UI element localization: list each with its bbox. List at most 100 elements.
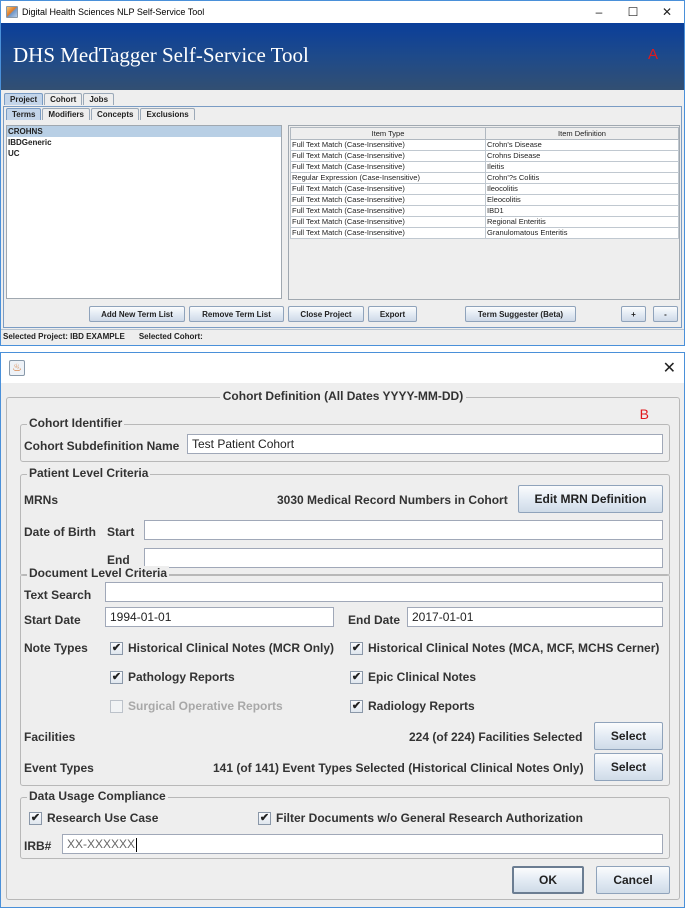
app-banner: DHS MedTagger Self-Service Tool A xyxy=(1,23,684,90)
list-item[interactable]: UC xyxy=(7,148,281,159)
list-item[interactable]: IBDGeneric xyxy=(7,137,281,148)
cell-item-type[interactable]: Full Text Match (Case-Insensitive) xyxy=(290,194,486,206)
cell-item-definition[interactable]: Crohn's Disease xyxy=(485,139,679,151)
table-row[interactable]: Full Text Match (Case-Insensitive) Eleoco… xyxy=(290,194,679,206)
tab-concepts[interactable]: Concepts xyxy=(90,108,140,120)
edit-mrn-definition-button[interactable]: Edit MRN Definition xyxy=(518,485,663,513)
cell-item-type[interactable]: Regular Expression (Case-Insensitive) xyxy=(290,172,486,184)
filter-documents-checkbox[interactable]: ✔ Filter Documents w/o General Research … xyxy=(258,811,583,825)
checkbox-check-icon[interactable]: ✔ xyxy=(350,699,363,713)
research-use-case-checkbox[interactable]: ✔ Research Use Case xyxy=(29,811,158,825)
java-app-icon: ♨ xyxy=(9,360,25,376)
table-row[interactable]: Full Text Match (Case-Insensitive) Ileiti… xyxy=(290,161,679,173)
note-type-epic-checkbox[interactable]: ✔ Epic Clinical Notes xyxy=(350,670,476,684)
cell-item-definition[interactable]: Ileitis xyxy=(485,161,679,173)
dob-end-input[interactable] xyxy=(144,548,663,568)
table-row[interactable]: Full Text Match (Case-Insensitive) IBD1 xyxy=(290,205,679,217)
facilities-label: Facilities xyxy=(24,730,76,744)
note-type-pathology-checkbox[interactable]: ✔ Pathology Reports xyxy=(110,670,235,684)
close-project-button[interactable]: Close Project xyxy=(288,306,364,322)
status-divider xyxy=(1,329,684,330)
table-row[interactable]: Regular Expression (Case-Insensitive) Cro… xyxy=(290,172,679,184)
status-bar: Selected Project: IBD EXAMPLE Selected C… xyxy=(1,332,203,341)
facilities-select-button[interactable]: Select xyxy=(594,722,663,750)
table-header: Item Type Item Definition xyxy=(290,127,679,140)
tab-modifiers[interactable]: Modifiers xyxy=(42,108,90,120)
term-list[interactable]: CROHNS IBDGeneric UC xyxy=(6,125,282,299)
cancel-button[interactable]: Cancel xyxy=(596,866,670,894)
table-row[interactable]: Full Text Match (Case-Insensitive) Granul… xyxy=(290,227,679,239)
note-type-historical-mcr-checkbox[interactable]: ✔ Historical Clinical Notes (MCR Only) xyxy=(110,641,334,655)
cell-item-definition[interactable]: Crohn'?s Colitis xyxy=(485,172,679,184)
cell-item-definition[interactable]: Crohns Disease xyxy=(485,150,679,162)
irb-input[interactable]: XX-XXXXXX xyxy=(62,834,663,854)
annotation-label-a: A xyxy=(647,46,658,63)
checkbox-check-icon[interactable]: ✔ xyxy=(29,811,42,825)
tab-project[interactable]: Project xyxy=(4,93,44,105)
checkbox-empty-icon xyxy=(110,699,123,713)
checkbox-check-icon[interactable]: ✔ xyxy=(350,670,363,684)
note-type-radiology-checkbox[interactable]: ✔ Radiology Reports xyxy=(350,699,475,713)
table-row[interactable]: Full Text Match (Case-Insensitive) Crohns… xyxy=(290,150,679,162)
cell-item-definition[interactable]: Regional Enteritis xyxy=(485,216,679,228)
table-row[interactable]: Full Text Match (Case-Insensitive) Region… xyxy=(290,216,679,228)
dob-label: Date of Birth xyxy=(24,525,96,539)
add-term-list-button[interactable]: Add New Term List xyxy=(89,306,185,322)
tab-jobs[interactable]: Jobs xyxy=(83,93,115,105)
cell-item-definition[interactable]: Ileocolitis xyxy=(485,183,679,195)
column-header-item-definition[interactable]: Item Definition xyxy=(485,127,679,140)
cell-item-type[interactable]: Full Text Match (Case-Insensitive) xyxy=(290,139,486,151)
cell-item-type[interactable]: Full Text Match (Case-Insensitive) xyxy=(290,150,486,162)
note-types-label: Note Types xyxy=(24,641,88,655)
column-header-item-type[interactable]: Item Type xyxy=(290,127,486,140)
start-date-input[interactable]: 1994-01-01 xyxy=(105,607,334,627)
maximize-button[interactable]: ☐ xyxy=(616,1,650,23)
text-search-input[interactable] xyxy=(105,582,663,602)
term-suggester-button[interactable]: Term Suggester (Beta) xyxy=(465,306,576,322)
document-criteria-title: Document Level Criteria xyxy=(27,566,170,580)
app-icon xyxy=(6,6,18,18)
export-button[interactable]: Export xyxy=(368,306,417,322)
dob-start-label: Start xyxy=(107,525,135,539)
add-row-button[interactable]: + xyxy=(621,306,646,322)
cell-item-definition[interactable]: Eleocolitis xyxy=(485,194,679,206)
cell-item-definition[interactable]: Granulomatous Enteritis xyxy=(485,227,679,239)
mrns-label: MRNs xyxy=(24,493,59,507)
close-button[interactable]: ✕ xyxy=(650,1,684,23)
checkbox-check-icon[interactable]: ✔ xyxy=(350,641,363,655)
cell-item-type[interactable]: Full Text Match (Case-Insensitive) xyxy=(290,205,486,217)
cell-item-type[interactable]: Full Text Match (Case-Insensitive) xyxy=(290,161,486,173)
cell-item-type[interactable]: Full Text Match (Case-Insensitive) xyxy=(290,216,486,228)
cohort-identifier-title: Cohort Identifier xyxy=(27,416,125,430)
filter-documents-label: Filter Documents w/o General Research Au… xyxy=(276,811,583,825)
checkbox-check-icon[interactable]: ✔ xyxy=(110,641,123,655)
dob-start-input[interactable] xyxy=(144,520,663,540)
cell-item-type[interactable]: Full Text Match (Case-Insensitive) xyxy=(290,183,486,195)
remove-row-button[interactable]: - xyxy=(653,306,678,322)
event-types-select-button[interactable]: Select xyxy=(594,753,663,781)
table-row[interactable]: Full Text Match (Case-Insensitive) Ileoco… xyxy=(290,183,679,195)
end-date-label: End Date xyxy=(348,613,401,627)
project-actions: Add New Term List Remove Term List Close… xyxy=(4,306,681,323)
list-item[interactable]: CROHNS xyxy=(7,126,281,137)
window-title: Digital Health Sciences NLP Self-Service… xyxy=(22,7,205,17)
event-types-label: Event Types xyxy=(24,761,94,775)
end-date-input[interactable]: 2017-01-01 xyxy=(407,607,663,627)
dialog-close-button[interactable]: ✕ xyxy=(663,358,676,378)
note-type-historical-mca-checkbox[interactable]: ✔ Historical Clinical Notes (MCA, MCF, M… xyxy=(350,641,659,655)
checkbox-check-icon[interactable]: ✔ xyxy=(258,811,271,825)
selected-project-status: Selected Project: IBD EXAMPLE xyxy=(3,332,125,341)
tab-exclusions[interactable]: Exclusions xyxy=(140,108,195,120)
minimize-button[interactable]: – xyxy=(582,1,616,23)
ok-button[interactable]: OK xyxy=(512,866,584,894)
remove-term-list-button[interactable]: Remove Term List xyxy=(189,306,284,322)
table-row[interactable]: Full Text Match (Case-Insensitive) Crohn'… xyxy=(290,139,679,151)
start-date-label: Start Date xyxy=(24,613,81,627)
cell-item-definition[interactable]: IBD1 xyxy=(485,205,679,217)
cell-item-type[interactable]: Full Text Match (Case-Insensitive) xyxy=(290,227,486,239)
patient-criteria-title: Patient Level Criteria xyxy=(27,466,151,480)
tab-cohort[interactable]: Cohort xyxy=(44,93,83,105)
checkbox-check-icon[interactable]: ✔ xyxy=(110,670,123,684)
tab-terms[interactable]: Terms xyxy=(6,108,42,120)
cohort-name-input[interactable]: Test Patient Cohort xyxy=(187,434,663,454)
